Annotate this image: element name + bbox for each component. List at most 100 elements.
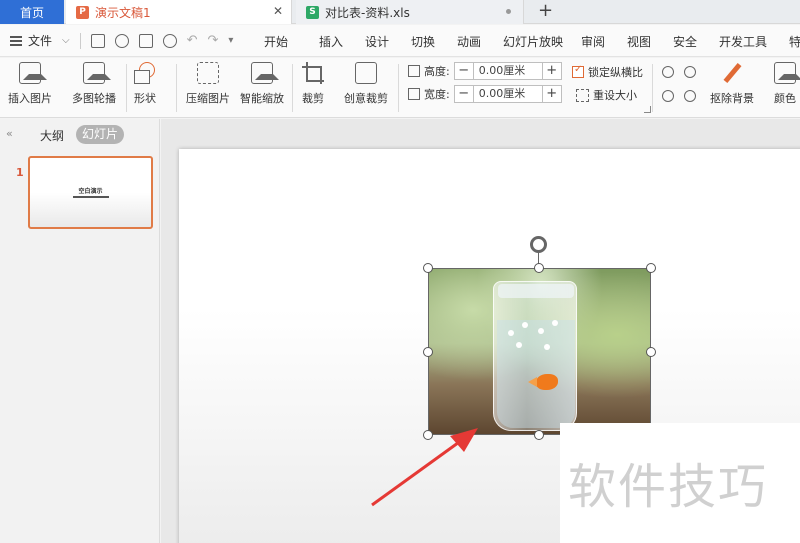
customize-icon[interactable]: ▾ (228, 35, 233, 46)
menu-design[interactable]: 设计 (365, 33, 411, 50)
menu-bar: 文件 ⌵ ↶ ↷ ▾ 开始 插入 设计 切换 动画 幻灯片放映 审阅 视图 安全… (0, 25, 800, 57)
crop-button[interactable]: 裁剪 (302, 62, 324, 106)
redo-icon[interactable]: ↷ (208, 33, 219, 48)
resize-handle-ne[interactable] (646, 263, 656, 273)
resize-handle-n[interactable] (534, 263, 544, 273)
carousel-icon (83, 62, 111, 84)
divider (176, 64, 177, 112)
decrease-width-button[interactable]: − (455, 86, 473, 102)
height-row: 高度: − 0.00厘米 + (408, 62, 562, 80)
magic-wand-icon (721, 62, 743, 84)
lock-ratio-checkbox[interactable]: 锁定纵横比 (572, 64, 643, 80)
shape-icon (134, 62, 156, 84)
ribbon-picture-tools: 插入图片 多图轮播 形状 压缩图片 智能缩放 裁剪 创意裁剪 高度: − 0.0… (0, 58, 800, 118)
creative-crop-icon (355, 62, 377, 84)
tab-outline[interactable]: 大纲 (40, 127, 64, 144)
height-input[interactable]: 0.00厘米 (472, 63, 543, 79)
increase-width-button[interactable]: + (543, 86, 561, 102)
decrease-height-button[interactable]: − (455, 63, 473, 79)
tab-spreadsheet-label: 对比表-资料.xls (325, 5, 410, 20)
width-icon (408, 88, 420, 100)
flower (552, 320, 558, 326)
resize-handle-sw[interactable] (423, 430, 433, 440)
resize-handle-e[interactable] (646, 347, 656, 357)
divider (292, 64, 293, 112)
menu-icon[interactable] (10, 35, 22, 46)
dialog-launcher-icon[interactable] (644, 106, 651, 113)
flower (544, 344, 550, 350)
width-label: 宽度: (424, 88, 450, 101)
spreadsheet-icon: S (306, 5, 319, 19)
compress-picture-button[interactable]: 压缩图片 (186, 62, 230, 106)
goldfish (528, 374, 558, 390)
slide-number: 1 (16, 166, 24, 179)
checkbox-checked-icon[interactable] (572, 64, 584, 78)
selected-picture[interactable] (423, 236, 656, 440)
menu-security[interactable]: 安全 (673, 33, 719, 50)
save-icon[interactable] (90, 33, 105, 48)
new-tab-button[interactable]: + (538, 1, 553, 21)
crop-label: 裁剪 (302, 92, 324, 105)
multi-carousel-button[interactable]: 多图轮播 (72, 62, 116, 106)
brightness-down-icon[interactable] (684, 90, 696, 102)
smart-zoom-button[interactable]: 智能缩放 (240, 62, 284, 106)
crop-icon (302, 62, 324, 84)
width-input[interactable]: 0.00厘米 (472, 86, 543, 102)
menu-animation[interactable]: 动画 (457, 33, 503, 50)
tab-slides[interactable]: 幻灯片 (76, 125, 124, 144)
export-icon[interactable] (114, 33, 129, 48)
rotate-handle-icon[interactable] (530, 236, 547, 253)
divider (652, 64, 653, 112)
chevron-down-icon[interactable]: ⌵ (62, 35, 70, 46)
menu-slideshow[interactable]: 幻灯片放映 (503, 33, 581, 50)
increase-height-button[interactable]: + (543, 63, 561, 79)
width-row: 宽度: − 0.00厘米 + (408, 85, 562, 103)
tab-bar: 首页 P 演示文稿1 ✕ S 对比表-资料.xls + (0, 0, 800, 24)
tab-presentation[interactable]: P 演示文稿1 ✕ (66, 0, 292, 24)
tab-home[interactable]: 首页 (0, 0, 64, 24)
contrast-down-icon[interactable] (684, 66, 696, 78)
height-stepper[interactable]: − 0.00厘米 + (453, 62, 562, 80)
resize-handle-w[interactable] (423, 347, 433, 357)
menu-special[interactable]: 特色 (789, 33, 800, 50)
reset-size-label: 重设大小 (593, 89, 637, 102)
preview-icon[interactable] (162, 33, 177, 48)
tab-spreadsheet[interactable]: S 对比表-资料.xls (296, 0, 524, 24)
jar-rim (498, 284, 574, 298)
undo-icon[interactable]: ↶ (187, 33, 198, 48)
width-stepper[interactable]: − 0.00厘米 + (453, 85, 562, 103)
menu-start[interactable]: 开始 (264, 33, 319, 50)
watermark-box: 软件技巧 (560, 423, 800, 543)
shape-button[interactable]: 形状 (134, 62, 156, 106)
flower (538, 328, 544, 334)
creative-crop-button[interactable]: 创意裁剪 (344, 62, 388, 106)
multi-carousel-label: 多图轮播 (72, 92, 116, 105)
menu-developer[interactable]: 开发工具 (719, 33, 789, 50)
collapse-panel-icon[interactable]: « (6, 127, 13, 140)
menu-transition[interactable]: 切换 (411, 33, 457, 50)
file-menu[interactable]: 文件 (28, 32, 52, 49)
picture-icon (19, 62, 47, 84)
flower (516, 342, 522, 348)
unsaved-dot-icon[interactable] (506, 9, 511, 14)
goldfish-jar-photo[interactable] (428, 268, 651, 435)
color-button[interactable]: 颜色 (774, 62, 800, 106)
reset-size-button[interactable]: 重设大小 (576, 87, 637, 103)
jar-water (497, 320, 575, 428)
close-icon[interactable]: ✕ (273, 4, 283, 18)
resize-handle-nw[interactable] (423, 263, 433, 273)
slide-thumbnail[interactable]: 空白演示 (28, 156, 153, 229)
remove-background-button[interactable]: 抠除背景 (710, 62, 754, 106)
menu-view[interactable]: 视图 (627, 33, 673, 50)
color-label: 颜色 (774, 92, 796, 105)
compress-icon (197, 62, 219, 84)
insert-picture-button[interactable]: 插入图片 (8, 62, 52, 106)
resize-handle-s[interactable] (534, 430, 544, 440)
brightness-up-icon[interactable] (662, 90, 674, 102)
menu-review[interactable]: 审阅 (581, 33, 627, 50)
smart-zoom-icon (251, 62, 279, 84)
menu-insert[interactable]: 插入 (319, 33, 365, 50)
thumb-title: 空白演示 (78, 188, 103, 195)
print-icon[interactable] (138, 33, 153, 48)
contrast-up-icon[interactable] (662, 66, 674, 78)
